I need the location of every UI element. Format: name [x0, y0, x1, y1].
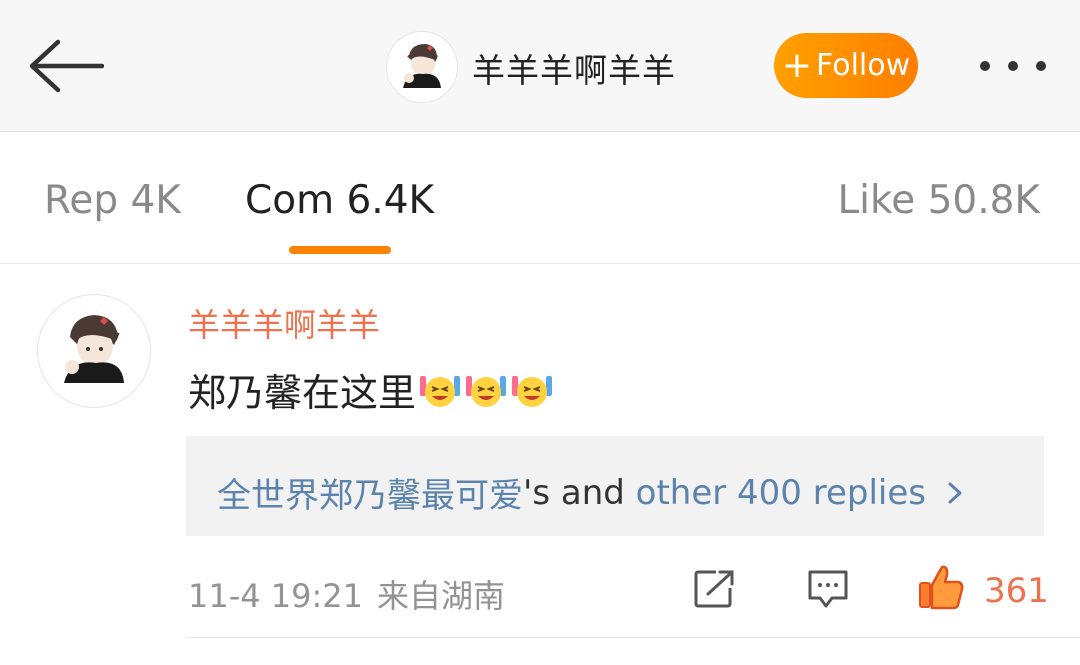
tab-bar: Rep 4K Com 6.4K Like 50.8K — [0, 132, 1080, 264]
follow-plus-icon: + — [781, 44, 813, 86]
tab-comments[interactable]: Com 6.4K — [245, 178, 434, 223]
arrow-left-icon[interactable] — [28, 38, 104, 94]
header-avatar[interactable] — [386, 31, 458, 103]
comment-text: 郑乃馨在这里 — [188, 362, 554, 417]
avatar-illustration — [403, 44, 441, 88]
header-username[interactable]: 羊羊羊啊羊羊 — [472, 44, 676, 92]
follow-label: Follow — [816, 48, 911, 83]
chevron-right-icon — [948, 482, 962, 503]
comment-meta: 11-4 19:21 来自湖南 — [188, 571, 505, 617]
replies-connector: 's and — [523, 472, 636, 513]
other-replies-link[interactable]: other 400 replies — [636, 473, 926, 513]
laughing-cheer-emoji-icon — [420, 375, 461, 407]
comment-divider — [186, 637, 1080, 638]
comment-username[interactable]: 羊羊羊啊羊羊 — [188, 300, 380, 346]
laughing-cheer-emoji-icon — [466, 375, 507, 407]
comment-body: 郑乃馨在这里 — [188, 371, 417, 415]
active-tab-indicator — [289, 246, 391, 254]
follow-button[interactable]: + Follow — [774, 33, 918, 98]
comment-time: 11-4 19:21 — [188, 577, 364, 615]
avatar-illustration — [64, 315, 124, 383]
reply-author-link[interactable]: 全世界郑乃馨最可爱 — [217, 468, 523, 517]
laughing-cheer-emoji-icon — [512, 375, 553, 407]
tab-likes[interactable]: Like 50.8K — [837, 178, 1040, 223]
comment-avatar[interactable] — [37, 294, 151, 408]
tab-reposts[interactable]: Rep 4K — [44, 178, 181, 223]
comment-bubble-icon[interactable] — [806, 568, 850, 610]
replies-preview[interactable]: 全世界郑乃馨最可爱 's and other 400 replies — [186, 436, 1044, 536]
comment-source: 来自湖南 — [377, 577, 506, 615]
more-dots-icon[interactable] — [975, 50, 1055, 82]
top-bar: 羊羊羊啊羊羊 + Follow — [0, 0, 1080, 132]
replies-summary: 全世界郑乃馨最可爱 's and other 400 replies — [217, 468, 966, 517]
thumbs-up-icon[interactable] — [916, 563, 966, 611]
like-count: 361 — [984, 571, 1049, 611]
share-icon[interactable] — [692, 568, 736, 610]
